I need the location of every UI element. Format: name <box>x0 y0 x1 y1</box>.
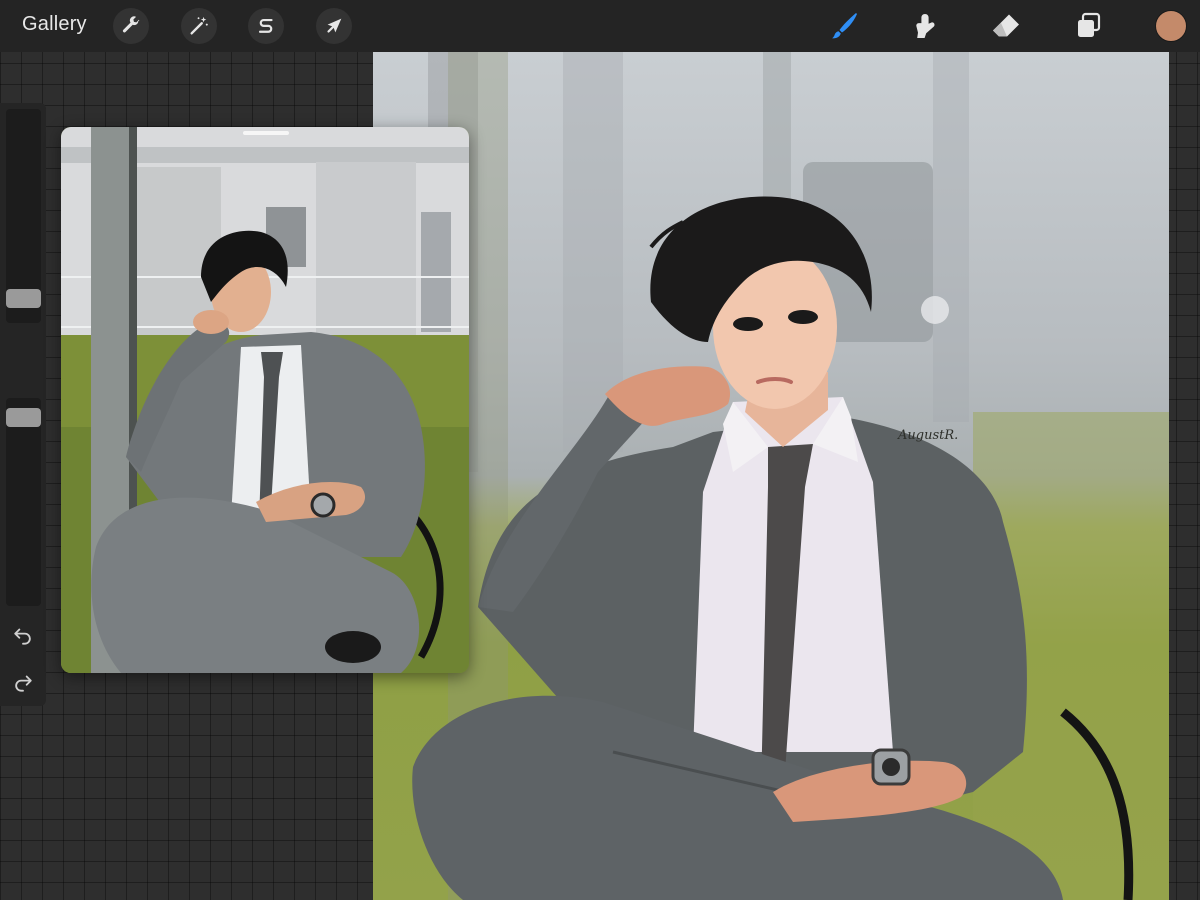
actions-button[interactable] <box>113 8 149 44</box>
eraser-tool-button[interactable] <box>988 8 1024 44</box>
smudge-tool-button[interactable] <box>907 8 943 44</box>
drawing-canvas[interactable]: AugustR. <box>373 52 1169 900</box>
undo-icon <box>14 628 31 645</box>
brush-icon <box>832 13 857 39</box>
wrench-icon <box>122 16 140 33</box>
selection-button[interactable] <box>248 8 284 44</box>
redo-button[interactable] <box>10 669 36 695</box>
drag-handle-icon[interactable] <box>243 131 289 135</box>
eraser-icon <box>993 14 1019 37</box>
brush-size-thumb[interactable] <box>6 289 41 308</box>
transform-button[interactable] <box>316 8 352 44</box>
top-toolbar: Gallery <box>0 0 1200 52</box>
smudge-finger-icon <box>916 14 935 38</box>
color-picker-button[interactable] <box>1155 10 1187 42</box>
magic-wand-icon <box>190 16 208 35</box>
redo-icon <box>15 675 32 692</box>
reference-photo <box>61 127 469 673</box>
undo-button[interactable] <box>10 622 36 648</box>
artist-signature: AugustR. <box>898 428 959 443</box>
adjustments-button[interactable] <box>181 8 217 44</box>
gallery-button[interactable]: Gallery <box>22 13 87 36</box>
selection-s-icon <box>258 18 273 33</box>
layers-button[interactable] <box>1071 8 1107 44</box>
painting <box>412 52 1169 900</box>
opacity-slider[interactable] <box>6 398 41 606</box>
left-sidebar <box>0 103 46 706</box>
layers-icon <box>1078 12 1101 37</box>
reference-window[interactable] <box>61 127 469 673</box>
arrow-cursor-icon <box>327 18 342 33</box>
brush-tool-button[interactable] <box>826 8 862 44</box>
opacity-thumb[interactable] <box>6 408 41 427</box>
